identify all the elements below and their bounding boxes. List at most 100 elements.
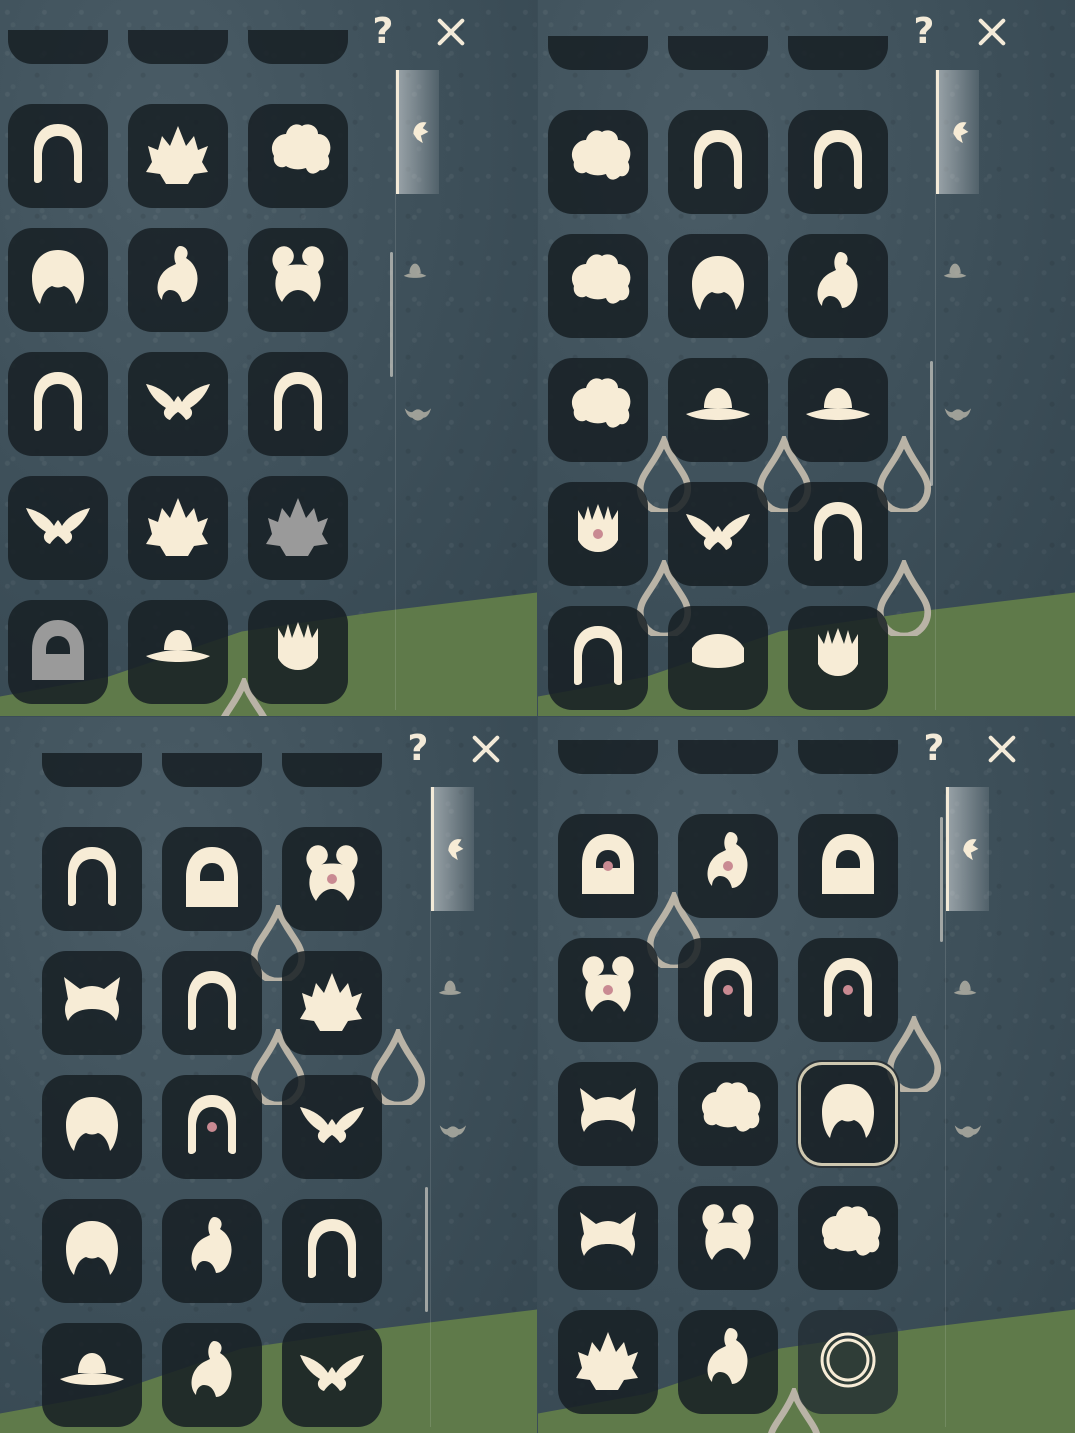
cosmetic-tile[interactable] [128,600,267,716]
cosmetic-tile[interactable] [162,1199,262,1303]
cosmetic-tile[interactable] [668,606,768,710]
cosmetic-tile[interactable] [162,1075,262,1179]
cosmetic-tile[interactable] [282,951,426,1109]
cosmetic-tile[interactable] [558,938,658,1042]
cosmetic-tile[interactable] [788,234,888,338]
cosmetic-tile[interactable] [678,814,778,918]
cosmetic-tile[interactable] [248,476,348,580]
cosmetic-tile[interactable] [668,110,768,214]
cosmetic-tile-partial[interactable] [678,740,778,774]
category-tab-horns[interactable] [431,1071,471,1195]
cosmetic-tile-partial[interactable] [668,36,768,70]
cosmetic-tile[interactable] [678,1310,820,1433]
cosmetic-tile[interactable] [798,938,942,1096]
cosmetic-tile[interactable] [798,1186,898,1290]
cosmetic-tile[interactable] [128,352,228,456]
cosmetic-tile[interactable] [162,951,306,1109]
cosmetic-tile[interactable] [248,600,348,704]
cosmetic-tile[interactable] [668,482,768,586]
cosmetic-tile[interactable] [42,951,142,1055]
cosmetic-tile[interactable] [548,482,692,640]
cosmetic-tile[interactable] [248,352,348,456]
cosmetic-tile[interactable] [128,104,228,208]
cosmetic-tile-partial[interactable] [42,753,142,787]
cosmetic-tile-partial[interactable] [282,753,382,787]
cosmetic-tile[interactable] [8,476,108,580]
cosmetic-tile[interactable] [798,1310,898,1414]
cosmetic-tile-partial[interactable] [8,30,108,64]
cosmetic-tile-partial[interactable] [248,30,348,64]
cosmetic-tile[interactable] [8,352,108,456]
category-tab-hat[interactable] [431,929,471,1053]
cosmetic-tile[interactable] [282,1323,382,1427]
close-button[interactable] [431,12,471,52]
cosmetic-tile[interactable] [42,827,142,931]
category-tab-hair[interactable] [936,70,979,194]
help-button[interactable]: ? [400,729,436,769]
cosmetic-tile-partial[interactable] [548,36,648,70]
cosmetic-tile[interactable] [42,1199,142,1303]
close-button[interactable] [466,729,506,769]
grid-scrollbar[interactable] [930,361,933,486]
close-button[interactable] [982,729,1022,769]
category-tab-horns[interactable] [946,1071,986,1195]
category-tab-horns[interactable] [396,354,436,478]
close-button[interactable] [972,12,1012,52]
cosmetic-tile[interactable] [282,1199,382,1303]
cosmetic-tile-partial[interactable] [162,753,262,787]
cosmetic-tile[interactable] [788,358,932,516]
cosmetic-tile[interactable] [42,1323,142,1427]
cosmetic-tile[interactable] [788,482,932,640]
cosmetic-tile[interactable] [548,606,648,710]
flowing-long-icon [294,1335,370,1415]
cosmetic-tile[interactable] [558,814,702,972]
grid-scrollbar[interactable] [390,252,393,378]
cosmetic-tile-partial[interactable] [798,740,898,774]
cosmetic-tile-partial[interactable] [788,36,888,70]
cosmetic-tile[interactable] [248,228,348,332]
cosmetic-tile[interactable] [798,1062,898,1166]
cosmetic-tile[interactable] [788,606,888,710]
cosmetic-tile[interactable] [678,1062,778,1166]
cosmetic-tile[interactable] [8,228,108,332]
help-button[interactable]: ? [365,12,401,52]
cosmetic-tile-partial[interactable] [128,30,228,64]
cosmetic-tile[interactable] [282,1075,382,1179]
cosmetic-tile[interactable] [798,814,898,918]
category-tab-horns[interactable] [936,354,976,478]
help-button[interactable]: ? [906,12,942,52]
cosmetic-tile[interactable] [128,476,228,580]
cosmetic-tile[interactable] [668,234,768,338]
cosmetic-tile[interactable] [282,827,382,931]
cosmetic-tile[interactable] [162,827,306,985]
cosmetic-tile[interactable] [558,1310,658,1414]
twin-tails-icon [690,1198,766,1278]
cosmetic-tile[interactable] [678,1186,778,1290]
category-tab-hat[interactable] [396,212,436,336]
cosmetic-tile[interactable] [548,110,648,214]
cosmetic-tile[interactable] [8,104,108,208]
cosmetic-tile[interactable] [548,358,692,516]
cosmetic-tile[interactable] [558,1186,658,1290]
cosmetic-tile[interactable] [788,110,888,214]
candle-drop-icon [746,431,812,516]
grid-scrollbar[interactable] [940,817,943,942]
braids-icon [800,494,876,574]
cosmetic-tile[interactable] [8,600,108,704]
cosmetic-tile[interactable] [548,234,648,338]
category-tab-hat[interactable] [946,929,986,1053]
cosmetic-tile[interactable] [668,358,812,516]
category-tab-hair[interactable] [396,70,439,194]
cosmetic-tile[interactable] [162,1323,262,1427]
grid-scrollbar[interactable] [425,1186,428,1312]
cosmetic-tile[interactable] [558,1062,658,1166]
cosmetic-tile-partial[interactable] [558,740,658,774]
help-button[interactable]: ? [916,729,952,769]
cosmetic-tile[interactable] [42,1075,142,1179]
category-tab-hair[interactable] [946,787,989,911]
cosmetic-tile[interactable] [128,228,228,332]
category-tab-hair[interactable] [431,787,474,911]
category-tab-hat[interactable] [936,212,976,336]
cosmetic-tile[interactable] [678,938,778,1042]
cosmetic-tile[interactable] [248,104,348,208]
